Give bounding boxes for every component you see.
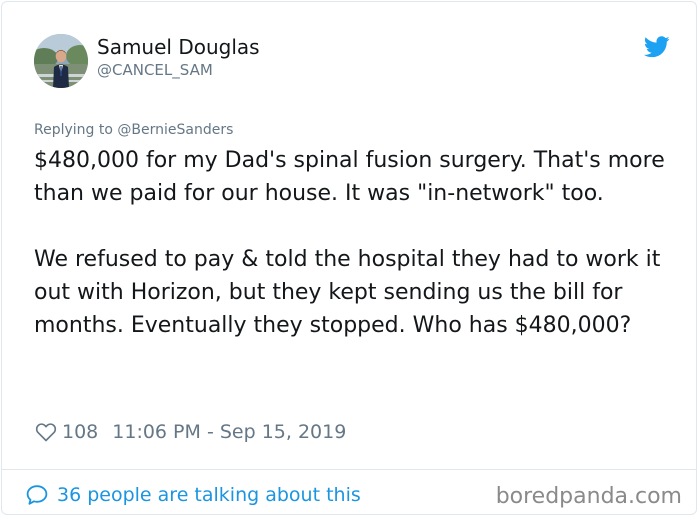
avatar[interactable] [34,34,88,88]
timestamp[interactable]: 11:06 PM - Sep 15, 2019 [112,421,346,443]
tweet-card: Samuel Douglas @CANCEL_SAM Replying to @… [1,1,697,515]
tweet-paragraph: $480,000 for my Dad's spinal fusion surg… [34,148,665,206]
heart-icon[interactable] [34,420,58,444]
conversation-text[interactable]: 36 people are talking about this [57,484,361,506]
conversation-link[interactable]: 36 people are talking about this [25,482,361,508]
tweet-paragraph: We refused to pay & told the hospital th… [34,247,661,338]
twitter-bird-icon[interactable] [643,36,670,58]
reply-context[interactable]: Replying to @BernieSanders [34,122,233,139]
watermark-logo: boredpanda.com [495,484,682,509]
user-handle[interactable]: @CANCEL_SAM [97,61,213,79]
display-name[interactable]: Samuel Douglas [97,35,260,59]
tweet-meta: 108 11:06 PM - Sep 15, 2019 [34,418,346,446]
like-count: 108 [62,421,99,443]
profile-photo [34,34,88,88]
divider [2,469,696,470]
speech-bubble-icon [26,485,48,505]
tweet-text: $480,000 for my Dad's spinal fusion surg… [34,144,674,342]
